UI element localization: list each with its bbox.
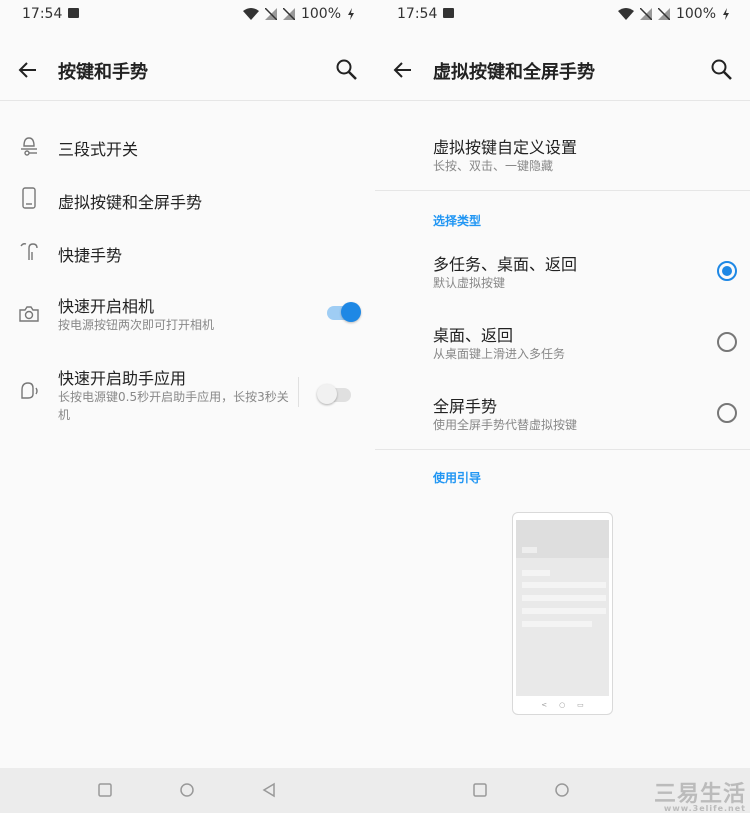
phone-bar	[522, 547, 537, 553]
phone-screen	[516, 520, 609, 696]
item-title: 三段式开关	[58, 140, 139, 159]
signal-off-icon	[264, 8, 277, 20]
app-bar: 虚拟按键和全屏手势	[375, 40, 750, 100]
item-custom-keys[interactable]: 虚拟按键自定义设置 长按、双击、一键隐藏	[375, 126, 750, 182]
image-notification-icon	[68, 8, 79, 18]
phone-nav: < ○ ▭	[513, 698, 612, 712]
item-title: 快捷手势	[58, 246, 123, 265]
option-title: 桌面、返回	[433, 326, 514, 345]
radio-unselected[interactable]	[717, 403, 737, 423]
status-bar: 17:54 100%	[375, 0, 750, 28]
home-button[interactable]	[554, 782, 570, 798]
image-notification-icon	[443, 8, 454, 18]
charging-icon	[348, 8, 354, 20]
item-title: 虚拟按键和全屏手势	[58, 193, 203, 212]
section-divider	[375, 449, 750, 450]
status-time: 17:54	[22, 6, 63, 22]
toggle-knob	[341, 302, 361, 322]
option-home-back[interactable]: 桌面、返回 从桌面键上滑进入多任务	[375, 314, 750, 370]
recents-button[interactable]	[472, 782, 488, 798]
recents-button[interactable]	[97, 782, 113, 798]
option-subtitle: 默认虚拟按键	[433, 276, 506, 290]
right-panel: 17:54 100% 虚拟按键和全屏手势 虚拟按键自定义设置 长按、双击、一键隐…	[375, 0, 750, 768]
option-title: 多任务、桌面、返回	[433, 255, 578, 274]
phone-icon	[22, 187, 36, 209]
option-multitask-home-back[interactable]: 多任务、桌面、返回 默认虚拟按键	[375, 243, 750, 299]
camera-icon	[19, 306, 39, 322]
status-bar: 17:54 100%	[0, 0, 375, 28]
phone-recents-icon: ▭	[577, 701, 584, 709]
gesture-hand-icon	[20, 243, 38, 260]
item-subtitle: 按电源按钮两次即可打开相机	[58, 318, 215, 332]
phone-bar	[522, 621, 592, 627]
back-arrow-icon[interactable]	[391, 58, 415, 82]
home-button[interactable]	[179, 782, 195, 798]
system-nav-bar: 三易生活 www.3elife.net	[0, 768, 750, 813]
battery-percent: 100%	[675, 6, 716, 22]
phone-back-icon: <	[541, 701, 548, 709]
item-nav-gestures[interactable]: 虚拟按键和全屏手势	[0, 178, 375, 222]
option-title: 全屏手势	[433, 397, 498, 416]
search-icon[interactable]	[335, 58, 359, 82]
page-title: 虚拟按键和全屏手势	[433, 62, 595, 83]
page-title: 按键和手势	[58, 62, 148, 83]
app-bar: 按键和手势	[0, 40, 375, 100]
voice-assistant-icon	[21, 382, 38, 399]
phone-bar	[522, 608, 606, 614]
back-button[interactable]	[261, 782, 277, 798]
phone-bar	[522, 570, 550, 576]
option-fullscreen-gestures[interactable]: 全屏手势 使用全屏手势代替虚拟按键	[375, 385, 750, 441]
item-subtitle: 长按、双击、一键隐藏	[433, 159, 554, 173]
guide-phone-illustration: < ○ ▭	[512, 512, 613, 715]
appbar-divider	[375, 100, 750, 101]
charging-icon	[723, 8, 729, 20]
section-divider	[375, 190, 750, 191]
item-quick-gestures[interactable]: 快捷手势	[0, 231, 375, 275]
watermark-logo: 三易生活 www.3elife.net	[654, 776, 746, 813]
phone-bar	[522, 595, 606, 601]
phone-home-icon: ○	[559, 701, 566, 709]
quick-camera-toggle[interactable]	[327, 302, 361, 322]
radio-unselected[interactable]	[717, 332, 737, 352]
signal-off-icon-2	[657, 8, 670, 20]
signal-off-icon	[639, 8, 652, 20]
item-alert-slider[interactable]: 三段式开关	[0, 125, 375, 169]
item-quick-camera[interactable]: 快速开启相机 按电源按钮两次即可打开相机	[0, 285, 375, 341]
item-quick-assistant[interactable]: 快速开启助手应用 长按电源键0.5秒开启助手应用，长按3秒关机	[0, 357, 375, 427]
wifi-icon	[617, 8, 634, 20]
phone-bar	[522, 582, 606, 588]
appbar-divider	[0, 100, 375, 101]
bell-slider-icon	[21, 137, 37, 156]
item-title: 虚拟按键自定义设置	[433, 138, 578, 157]
back-arrow-icon[interactable]	[16, 58, 40, 82]
item-subtitle: 长按电源键0.5秒开启助手应用，长按3秒关机	[58, 390, 289, 422]
wifi-icon	[242, 8, 259, 20]
item-title: 快速开启相机	[58, 297, 155, 316]
option-subtitle: 从桌面键上滑进入多任务	[433, 347, 566, 361]
radio-selected[interactable]	[717, 261, 737, 281]
section-header-guide: 使用引导	[433, 471, 482, 485]
quick-assistant-toggle[interactable]	[317, 384, 351, 404]
section-header-type: 选择类型	[433, 214, 482, 228]
left-panel: 17:54 100% 按键和手势 三段式开关 虚拟按键和全屏手势 快捷手势 快速…	[0, 0, 375, 768]
search-icon[interactable]	[710, 58, 734, 82]
toggle-knob	[317, 384, 337, 404]
item-title: 快速开启助手应用	[58, 369, 187, 388]
option-subtitle: 使用全屏手势代替虚拟按键	[433, 418, 578, 432]
toggle-separator	[298, 377, 299, 407]
battery-percent: 100%	[300, 6, 341, 22]
status-time: 17:54	[397, 6, 438, 22]
signal-off-icon-2	[282, 8, 295, 20]
watermark-url: www.3elife.net	[663, 804, 746, 813]
